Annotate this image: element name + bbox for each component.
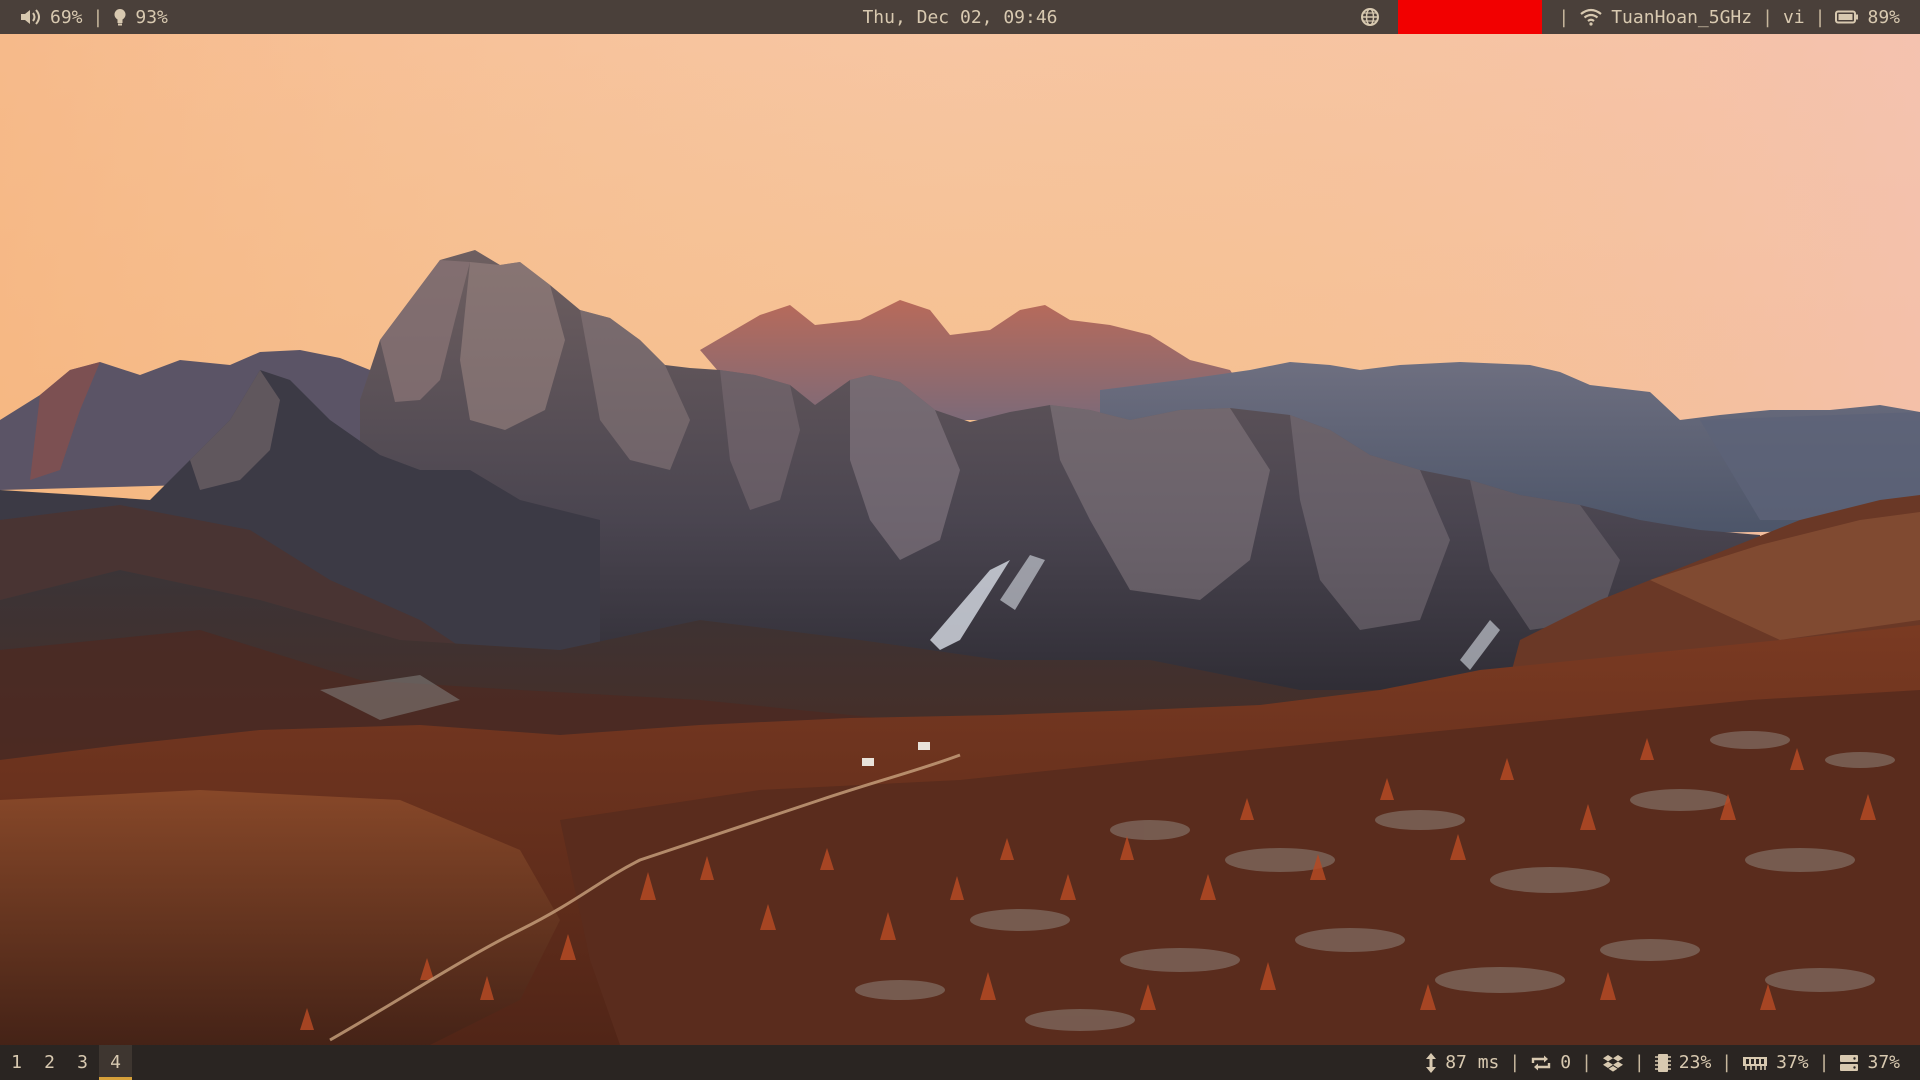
top-right-modules: | TuanHoan_5GHz | vi | 89% — [1360, 0, 1900, 34]
separator: | — [1814, 6, 1826, 28]
volume-module[interactable]: 69% — [20, 7, 83, 28]
battery-value: 89% — [1867, 6, 1900, 28]
speaker-icon — [20, 8, 42, 26]
memory-value: 37% — [1776, 1052, 1809, 1073]
updown-arrow-icon — [1425, 1052, 1437, 1073]
separator: | — [1558, 6, 1570, 28]
desktop-wallpaper — [0, 0, 1920, 1080]
battery-module[interactable]: 89% — [1835, 7, 1900, 28]
separator: | — [1633, 1052, 1645, 1073]
cpu-module[interactable]: 23% — [1654, 1052, 1712, 1073]
workspace-switcher: 1 2 3 4 — [0, 1045, 132, 1080]
separator: | — [1721, 1052, 1733, 1073]
brightness-module[interactable]: 93% — [113, 7, 168, 28]
bulb-icon — [113, 8, 127, 26]
workspace-4-active[interactable]: 4 — [99, 1045, 132, 1080]
bottom-status-bar: 1 2 3 4 87 ms | 0 | | 23% | 37% | 37% — [0, 1045, 1920, 1080]
separator: | — [1581, 1052, 1592, 1073]
cpu-icon — [1654, 1053, 1671, 1073]
keyboard-layout[interactable]: vi — [1783, 7, 1805, 28]
top-status-bar: 69% | 93% Thu, Dec 02, 09:46 | TuanHoan_… — [0, 0, 1920, 34]
disk-value: 37% — [1867, 1052, 1900, 1073]
disk-module[interactable]: 37% — [1839, 1052, 1900, 1073]
wifi-icon — [1579, 8, 1603, 26]
ping-module[interactable]: 87 ms — [1425, 1052, 1499, 1073]
updates-count: 0 — [1560, 1052, 1572, 1073]
dropbox-icon[interactable] — [1602, 1054, 1624, 1072]
workspace-3[interactable]: 3 — [66, 1045, 99, 1080]
disk-icon — [1839, 1054, 1859, 1072]
updates-module[interactable]: 0 — [1530, 1052, 1571, 1073]
separator: | — [1762, 6, 1773, 28]
wifi-module[interactable]: TuanHoan_5GHz — [1579, 7, 1752, 28]
cpu-value: 23% — [1678, 1052, 1712, 1073]
globe-icon[interactable] — [1360, 7, 1380, 27]
brightness-value: 93% — [135, 6, 168, 28]
top-left-modules: 69% | 93% — [20, 0, 168, 34]
memory-module[interactable]: 37% — [1742, 1052, 1809, 1073]
separator: | — [1509, 1052, 1521, 1073]
refresh-icon — [1530, 1054, 1552, 1072]
battery-icon — [1835, 10, 1859, 24]
bottom-right-modules: 87 ms | 0 | | 23% | 37% | 37% — [1425, 1045, 1900, 1080]
workspace-1[interactable]: 1 — [0, 1045, 33, 1080]
separator: | — [92, 6, 104, 28]
clock-datetime[interactable]: Thu, Dec 02, 09:46 — [862, 7, 1057, 28]
volume-value: 69% — [50, 6, 83, 28]
redacted-block — [1398, 0, 1543, 34]
memory-icon — [1742, 1055, 1768, 1071]
workspace-2[interactable]: 2 — [33, 1045, 66, 1080]
wifi-ssid: TuanHoan_5GHz — [1611, 6, 1753, 28]
separator: | — [1818, 1052, 1830, 1073]
ping-value: 87 ms — [1445, 1052, 1500, 1073]
